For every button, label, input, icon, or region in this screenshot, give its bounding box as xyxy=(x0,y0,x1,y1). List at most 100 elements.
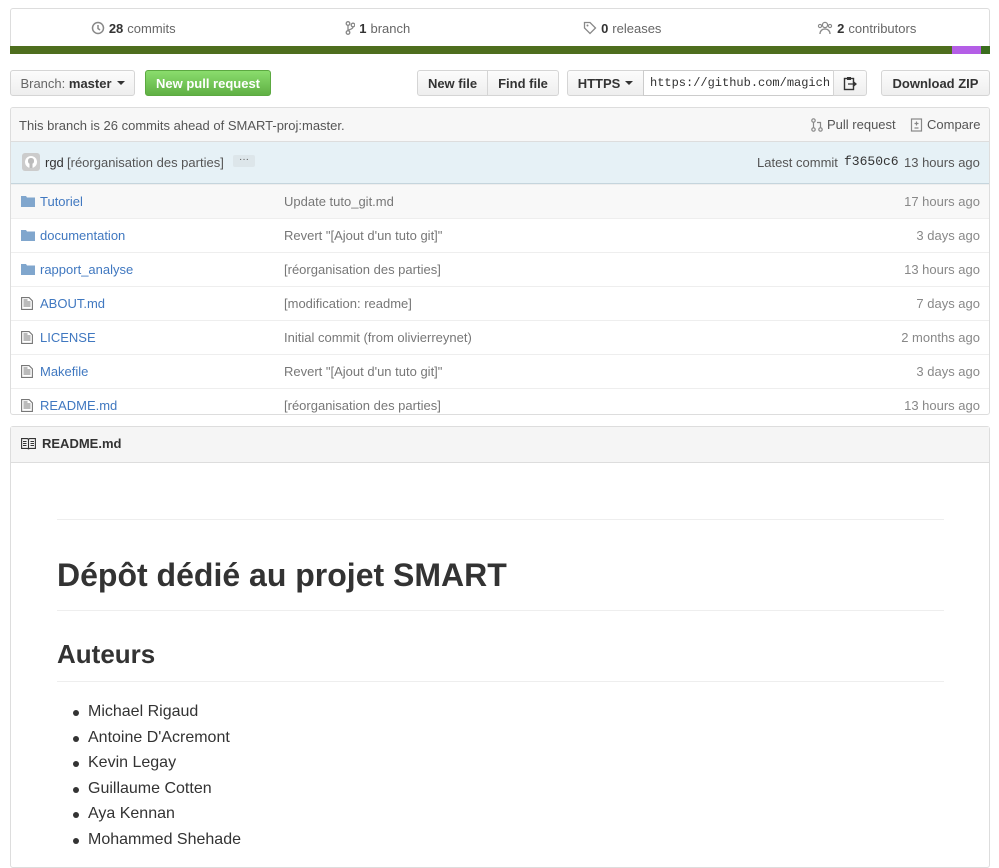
branches-count: 1 xyxy=(359,20,367,36)
authors-heading: Auteurs xyxy=(57,639,156,669)
history-icon xyxy=(91,21,105,35)
releases-link[interactable]: 0 releases xyxy=(500,9,745,47)
list-item: Kevin Legay xyxy=(69,750,241,776)
divider xyxy=(57,610,944,611)
commits-label: commits xyxy=(127,20,176,36)
file-age: 7 days ago xyxy=(916,296,980,311)
commit-sha[interactable]: f3650c6 xyxy=(844,154,899,169)
file-commit-message[interactable]: [réorganisation des parties] xyxy=(284,262,441,277)
commits-count: 28 xyxy=(108,20,124,36)
commits-link[interactable]: 28 commits xyxy=(11,9,256,47)
pull-request-link[interactable]: Pull request xyxy=(811,117,896,132)
find-file-button[interactable]: Find file xyxy=(487,70,559,96)
folder-icon xyxy=(21,230,35,241)
list-item: Antoine D'Acremont xyxy=(69,725,241,751)
new-pull-request-button[interactable]: New pull request xyxy=(145,70,271,96)
avatar[interactable] xyxy=(22,153,40,171)
file-commit-message[interactable]: Initial commit (from olivierreynet) xyxy=(284,330,472,345)
file-age: 2 months ago xyxy=(901,330,980,345)
copy-url-button[interactable] xyxy=(833,70,867,96)
branch-name: master xyxy=(68,75,112,91)
new-file-button[interactable]: New file xyxy=(417,70,488,96)
diff-icon xyxy=(910,117,923,132)
file-row: LICENSE Initial commit (from olivierreyn… xyxy=(11,320,989,354)
expand-message-button[interactable]: ··· xyxy=(233,155,255,167)
file-row: ABOUT.md [modification: readme] 7 days a… xyxy=(11,286,989,320)
branch-icon xyxy=(345,21,356,35)
contributors-label: contributors xyxy=(848,20,917,36)
commit-author[interactable]: rgd xyxy=(45,155,64,170)
file-text-icon xyxy=(21,399,33,412)
caret-down-icon xyxy=(625,81,634,85)
file-commit-message[interactable]: Update tuto_git.md xyxy=(284,194,394,209)
clone-protocol-select[interactable]: HTTPS xyxy=(567,70,644,96)
file-row: rapport_analyse [réorganisation des part… xyxy=(11,252,989,286)
file-age: 13 hours ago xyxy=(904,262,980,277)
contributors-count: 2 xyxy=(837,20,845,36)
folder-icon xyxy=(21,264,35,275)
file-name[interactable]: LICENSE xyxy=(40,330,96,345)
tag-icon xyxy=(583,21,597,35)
file-commit-message[interactable]: Revert "[Ajout d'un tuto git]" xyxy=(284,228,442,243)
language-segment xyxy=(952,46,981,54)
file-row: Makefile Revert "[Ajout d'un tuto git]" … xyxy=(11,354,989,388)
authors-list: Michael Rigaud Antoine D'Acremont Kevin … xyxy=(69,699,241,852)
list-item: Guillaume Cotten xyxy=(69,776,241,802)
file-name[interactable]: ABOUT.md xyxy=(40,296,105,311)
file-name[interactable]: Tutoriel xyxy=(40,194,83,209)
branch-status-bar: This branch is 26 commits ahead of SMART… xyxy=(11,108,989,142)
readme-title: Dépôt dédié au projet SMART xyxy=(57,557,507,593)
latest-commit-bar: rgd [réorganisation des parties] ··· Lat… xyxy=(11,142,989,184)
file-row: README.md [réorganisation des parties] 1… xyxy=(11,388,989,414)
branches-link[interactable]: 1 branch xyxy=(256,9,501,47)
protocol-label: HTTPS xyxy=(577,75,621,91)
language-segment xyxy=(981,46,990,54)
file-text-icon xyxy=(21,331,33,344)
commit-age: 13 hours ago xyxy=(904,155,980,170)
pull-request-label: Pull request xyxy=(827,117,896,132)
file-name[interactable]: documentation xyxy=(40,228,125,243)
file-text-icon xyxy=(21,365,33,378)
file-row: documentation Revert "[Ajout d'un tuto g… xyxy=(11,218,989,252)
commit-message[interactable]: [réorganisation des parties] xyxy=(67,155,224,170)
file-age: 13 hours ago xyxy=(904,398,980,413)
branch-status-text: This branch is 26 commits ahead of SMART… xyxy=(19,118,345,133)
branch-select[interactable]: Branch: master xyxy=(10,70,135,96)
caret-down-icon xyxy=(116,81,125,85)
octocat-icon xyxy=(25,156,37,168)
clone-url-input[interactable]: https://github.com/magich xyxy=(643,70,834,96)
branch-prefix: Branch: xyxy=(20,75,66,91)
readme-header: README.md xyxy=(11,427,989,463)
repo-summary: 28 commits 1 branch 0 releases 2 contrib… xyxy=(10,8,990,47)
divider xyxy=(57,681,944,682)
list-item: Michael Rigaud xyxy=(69,699,241,725)
file-row: Tutoriel Update tuto_git.md 17 hours ago xyxy=(11,184,989,218)
file-commit-message[interactable]: Revert "[Ajout d'un tuto git]" xyxy=(284,364,442,379)
divider xyxy=(57,519,944,520)
book-icon xyxy=(21,438,36,450)
compare-link[interactable]: Compare xyxy=(910,117,980,132)
download-zip-button[interactable]: Download ZIP xyxy=(881,70,990,96)
readme-panel: README.md Dépôt dédié au projet SMART Au… xyxy=(10,426,990,868)
file-navigation: This branch is 26 commits ahead of SMART… xyxy=(10,107,990,415)
language-segment xyxy=(10,46,952,54)
releases-label: releases xyxy=(612,20,662,36)
readme-filename[interactable]: README.md xyxy=(42,436,121,451)
file-name[interactable]: Makefile xyxy=(40,364,88,379)
file-commit-message[interactable]: [réorganisation des parties] xyxy=(284,398,441,413)
folder-icon xyxy=(21,196,35,207)
branches-label: branch xyxy=(370,20,411,36)
clipboard-icon xyxy=(843,76,857,90)
contributors-link[interactable]: 2 contributors xyxy=(745,9,990,47)
latest-commit-label: Latest commit xyxy=(757,155,838,170)
file-age: 3 days ago xyxy=(916,228,980,243)
file-name[interactable]: README.md xyxy=(40,398,117,413)
language-bar[interactable] xyxy=(10,46,990,54)
file-age: 3 days ago xyxy=(916,364,980,379)
releases-count: 0 xyxy=(601,20,609,36)
file-commit-message[interactable]: [modification: readme] xyxy=(284,296,412,311)
organization-icon xyxy=(818,21,833,35)
list-item: Mohammed Shehade xyxy=(69,827,241,853)
file-age: 17 hours ago xyxy=(904,194,980,209)
file-name[interactable]: rapport_analyse xyxy=(40,262,133,277)
